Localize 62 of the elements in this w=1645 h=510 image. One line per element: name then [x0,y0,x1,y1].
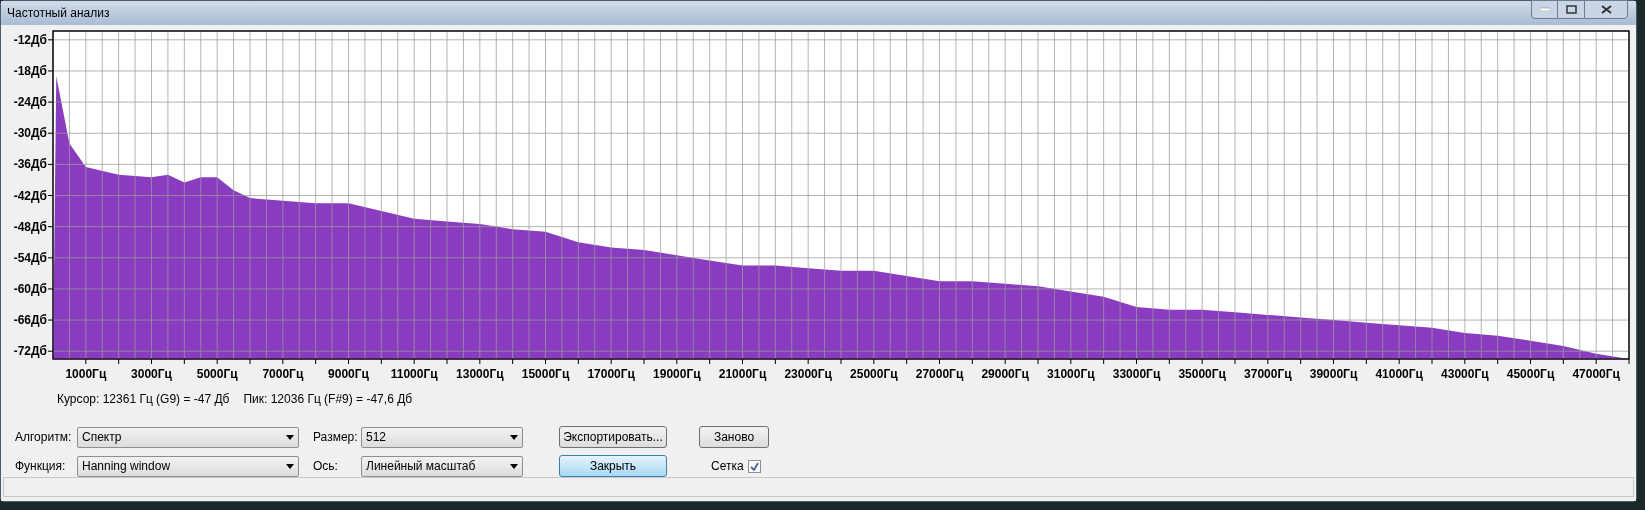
x-axis-label: 43000Гц [1441,367,1489,381]
x-axis-label: 29000Гц [981,367,1029,381]
setting-label: Функция: [15,458,67,475]
x-axis-label: 15000Гц [521,367,570,381]
x-axis-label: 1000Гц [65,367,107,381]
x-axis-label: 41000Гц [1375,367,1423,381]
maximize-button[interactable] [1558,0,1584,19]
x-axis-label: 33000Гц [1112,367,1161,381]
y-axis-label: -42Дб [13,188,47,203]
dropdown[interactable]: Hanning window [77,455,299,477]
dialog-button[interactable]: Заново [699,426,769,448]
x-axis-label: 45000Гц [1506,367,1555,381]
x-axis-label: 39000Гц [1309,367,1358,381]
setting-label: Размер: [313,429,359,446]
close-icon [1600,4,1612,14]
x-axis-label: 35000Гц [1178,367,1226,381]
close-button[interactable] [1584,0,1628,19]
x-axis-label: 37000Гц [1244,367,1292,381]
dropdown-arrow-icon [286,463,294,469]
dropdown[interactable]: Спектр [77,426,299,448]
y-axis-label: -48Дб [13,219,47,234]
x-axis-label: 11000Гц [390,367,438,381]
window-title: Частотный анализ [7,5,110,22]
y-axis-label: -18Дб [13,63,47,78]
y-axis-label: -66Дб [13,313,47,328]
x-axis-label: 9000Гц [328,367,369,381]
maximize-icon [1565,4,1577,14]
dropdown-arrow-icon [510,463,518,469]
x-axis-label: 13000Гц [456,367,504,381]
minimize-icon [1539,7,1550,11]
x-axis-label: 27000Гц [915,367,964,381]
checkmark-icon [749,461,759,471]
x-axis-label: 21000Гц [718,367,767,381]
y-axis-label: -30Дб [13,126,47,141]
setting-label: Алгоритм: [15,429,73,446]
x-axis-label: 25000Гц [850,367,898,381]
dropdown-arrow-icon [510,434,518,440]
x-axis-label: 3000Гц [131,367,172,381]
cursor-readout: Курсор: 12361 Гц (G9) = -47 Дб [57,391,230,408]
dropdown[interactable]: Линейный масштаб [361,455,523,477]
checkbox-label: Сетка [711,458,744,475]
y-axis-label: -72Дб [13,344,47,359]
x-axis-label: 47000Гц [1572,367,1620,381]
x-axis-label: 7000Гц [262,367,304,381]
y-axis-label: -60Дб [13,281,47,296]
dropdown-arrow-icon [286,434,294,440]
setting-label: Ось: [313,458,339,475]
x-axis-label: 5000Гц [196,367,238,381]
x-axis-label: 19000Гц [653,367,701,381]
dialog-button[interactable]: Экспортировать... [559,426,667,448]
y-axis-label: -54Дб [13,250,47,265]
y-axis-label: -12Дб [13,32,47,47]
x-axis-label: 31000Гц [1047,367,1095,381]
minimize-button[interactable] [1531,0,1558,19]
peak-readout: Пик: 12036 Гц (F#9) = -47,6 Дб [243,391,413,408]
grid-checkbox[interactable] [747,459,761,473]
x-axis-label: 17000Гц [587,367,635,381]
dropdown[interactable]: 512 [361,426,523,448]
dialog-button[interactable]: Закрыть [559,455,667,477]
y-axis-label: -36Дб [13,157,47,172]
y-axis-label: -24Дб [13,95,47,110]
x-axis-label: 23000Гц [784,367,832,381]
